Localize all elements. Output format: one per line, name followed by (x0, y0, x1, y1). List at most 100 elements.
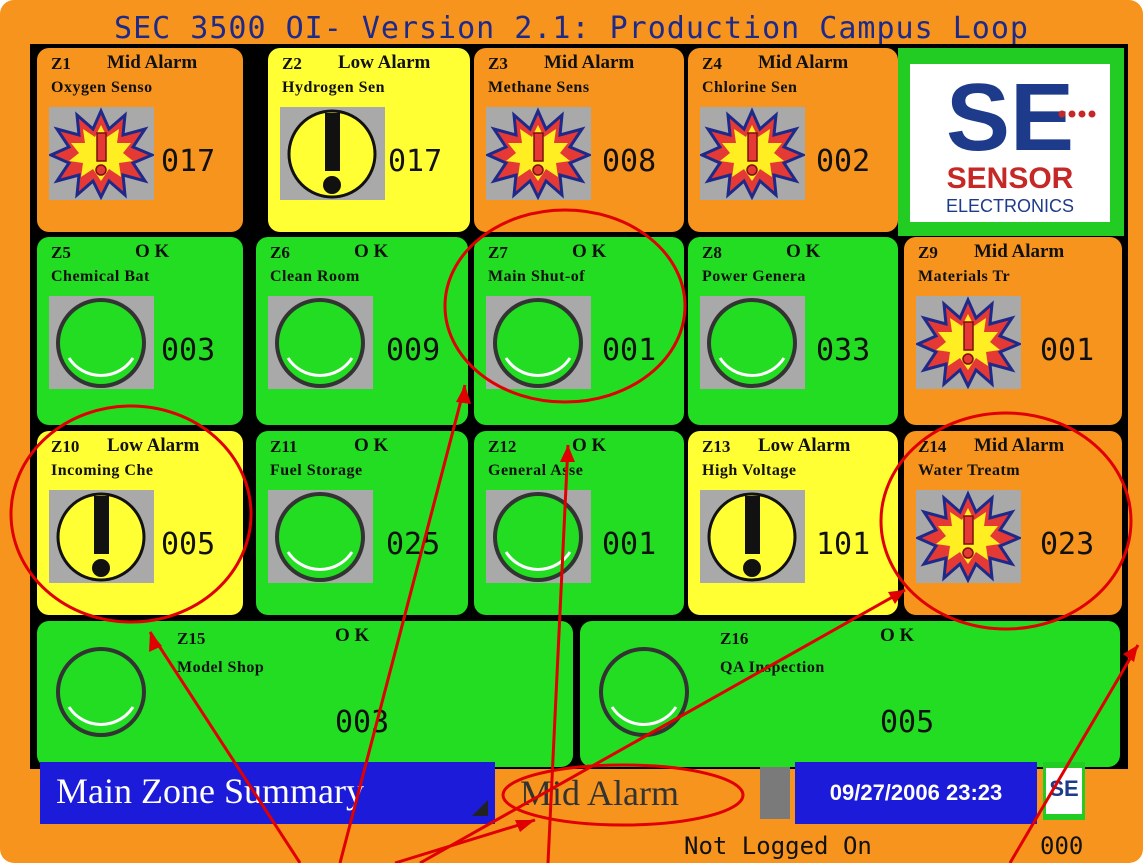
svg-text:ELECTRONICS: ELECTRONICS (946, 196, 1074, 216)
zone-tile-z3[interactable]: Z3 Mid Alarm Methane Sens 008 (474, 48, 684, 232)
zone-tile-z6[interactable]: Z6 O K Clean Room 009 (256, 237, 468, 425)
zone-status: O K (335, 625, 370, 646)
zone-id: Z12 (488, 437, 517, 456)
zone-count: 005 (880, 705, 935, 740)
zone-count: 008 (602, 144, 657, 179)
zone-tile-z4[interactable]: Z4 Mid Alarm Chlorine Sen 002 (688, 48, 898, 232)
hmi-screen: SEC 3500 OI- Version 2.1: Production Cam… (0, 0, 1143, 863)
zone-tile-z5[interactable]: Z5 O K Chemical Bat 003 (37, 237, 243, 425)
explosion-alarm-icon (49, 107, 154, 200)
zone-status: O K (135, 241, 170, 262)
exclamation-icon (49, 490, 154, 583)
zone-status: Low Alarm (758, 435, 851, 456)
zone-id: Z3 (488, 54, 508, 73)
login-status: Not Logged On (684, 832, 872, 860)
zone-id: Z5 (51, 243, 71, 262)
zone-tile-z7[interactable]: Z7 O K Main Shut-of 001 (474, 237, 684, 425)
zone-status: O K (786, 241, 821, 262)
zone-id: Z4 (702, 54, 722, 73)
zone-status: Mid Alarm (758, 52, 849, 73)
zone-name: QA Inspection (720, 659, 825, 676)
zone-name: Chlorine Sen (702, 79, 798, 96)
zone-id: Z8 (702, 243, 722, 262)
zone-id: Z2 (282, 54, 302, 73)
zone-count: 003 (161, 333, 216, 368)
explosion-alarm-icon (916, 296, 1021, 389)
zone-count: 033 (816, 333, 871, 368)
zone-status: Low Alarm (338, 52, 431, 73)
datetime-display: 09/27/2006 23:23 (795, 762, 1037, 824)
zone-id: Z9 (918, 243, 938, 262)
exclamation-icon (700, 490, 805, 583)
green-circle-icon (486, 490, 591, 583)
zone-status: O K (880, 625, 915, 646)
zone-name: Main Shut-of (488, 268, 586, 285)
zone-tile-z9[interactable]: Z9 Mid Alarm Materials Tr 001 (904, 237, 1122, 425)
zone-status: O K (572, 241, 607, 262)
zone-status: O K (354, 435, 389, 456)
zone-tile-z10[interactable]: Z10 Low Alarm Incoming Che 005 (37, 431, 243, 615)
explosion-alarm-icon (486, 107, 591, 200)
zone-name: Water Treatm (918, 462, 1021, 479)
zone-status: Mid Alarm (107, 52, 198, 73)
svg-text:SE: SE (946, 64, 1074, 171)
zone-name: Chemical Bat (51, 268, 150, 285)
zone-status: O K (354, 241, 389, 262)
zone-count: 001 (602, 527, 657, 562)
sensor-electronics-logo: SE SENSOR ELECTRONICS (898, 48, 1124, 236)
zone-count: 017 (161, 144, 216, 179)
zone-id: Z7 (488, 243, 508, 262)
green-circle-icon (268, 490, 373, 583)
screen-select-button[interactable]: Main Zone Summary (40, 762, 495, 824)
zone-name: Clean Room (270, 268, 360, 285)
zone-name: Hydrogen Sen (282, 79, 386, 96)
green-circle-icon (592, 645, 697, 738)
zone-id: Z13 (702, 437, 731, 456)
indicator-square (760, 767, 790, 819)
zone-tile-z13[interactable]: Z13 Low Alarm High Voltage 101 (688, 431, 898, 615)
green-circle-icon (268, 296, 373, 389)
status-counter: 000 (1040, 832, 1084, 860)
dropdown-arrow-icon (472, 800, 488, 816)
zone-tile-z2[interactable]: Z2 Low Alarm Hydrogen Sen 017 (268, 48, 470, 232)
explosion-alarm-icon (916, 490, 1021, 583)
zone-tile-z14[interactable]: Z14 Mid Alarm Water Treatm 023 (904, 431, 1122, 615)
green-circle-icon (700, 296, 805, 389)
zone-count: 101 (816, 527, 871, 562)
svg-text:SENSOR: SENSOR (947, 162, 1074, 195)
zone-name: General Asse (488, 462, 584, 479)
zone-tile-z11[interactable]: Z11 O K Fuel Storage 025 (256, 431, 468, 615)
zone-id: Z6 (270, 243, 290, 262)
zone-name: Model Shop (177, 659, 265, 676)
zone-count: 025 (386, 527, 441, 562)
datetime-text: 09/27/2006 23:23 (829, 780, 1003, 805)
zone-tile-z15[interactable]: Z15 O K Model Shop 003 (37, 621, 573, 767)
zone-name: High Voltage (702, 462, 797, 479)
zone-tile-z16[interactable]: Z16 O K QA Inspection 005 (580, 621, 1120, 767)
zone-tile-z1[interactable]: Z1 Mid Alarm Oxygen Senso 017 (37, 48, 243, 232)
zone-tile-z8[interactable]: Z8 O K Power Genera 033 (688, 237, 898, 425)
zone-tile-z12[interactable]: Z12 O K General Asse 001 (474, 431, 684, 615)
zone-name: Methane Sens (488, 79, 590, 96)
zone-name: Power Genera (702, 268, 806, 285)
arrowhead (515, 820, 535, 832)
zone-status: Mid Alarm (974, 435, 1065, 456)
logo-graphic: SE SENSOR ELECTRONICS (946, 64, 1096, 216)
green-circle-icon (486, 296, 591, 389)
zone-name: Materials Tr (918, 268, 1011, 285)
zone-count: 017 (388, 144, 443, 179)
zone-count: 003 (335, 705, 390, 740)
zone-count: 009 (386, 333, 441, 368)
zone-count: 023 (1040, 527, 1095, 562)
zone-id: Z14 (918, 437, 947, 456)
zone-name: Incoming Che (51, 462, 154, 479)
zone-id: Z15 (177, 629, 206, 648)
zone-status: Mid Alarm (544, 52, 635, 73)
screen-header-title: SEC 3500 OI- Version 2.1: Production Cam… (114, 11, 1029, 46)
zone-count: 001 (1040, 333, 1095, 368)
explosion-alarm-icon (700, 107, 805, 200)
zone-name: Fuel Storage (270, 462, 363, 479)
alarm-state-label: Mid Alarm (520, 773, 679, 813)
zone-id: Z10 (51, 437, 80, 456)
zone-count: 001 (602, 333, 657, 368)
